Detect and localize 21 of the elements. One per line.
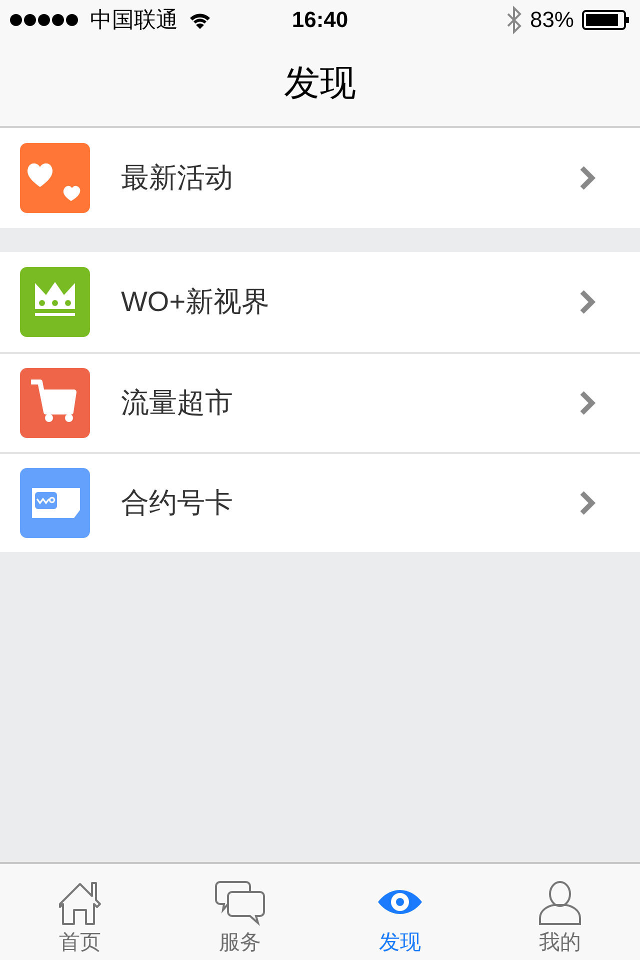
tab[interactable]: 发现 — [320, 864, 480, 960]
carrier-name: 中国联通 — [90, 6, 178, 34]
item-label: WO+新视界 — [121, 285, 271, 319]
tab[interactable]: 首页 — [0, 864, 160, 960]
battery-percent: 83% — [530, 7, 574, 33]
list-item[interactable]: 流量超市 — [0, 352, 640, 452]
list-item[interactable]: WO+新视界 — [0, 252, 640, 352]
item-label: 最新活动 — [121, 161, 234, 195]
page-title: 发现 — [284, 60, 356, 104]
list-item[interactable]: 合约号卡 — [0, 452, 640, 552]
battery-icon — [582, 10, 630, 30]
item-label: 流量超市 — [121, 386, 234, 420]
tab[interactable]: 服务 — [160, 864, 320, 960]
clock-time: 16:40 — [292, 7, 348, 33]
wifi-icon — [188, 11, 212, 29]
chat-icon — [212, 878, 268, 926]
item-label: 合约号卡 — [121, 486, 234, 520]
list-item[interactable]: 最新活动 — [0, 128, 640, 228]
bluetooth-icon — [506, 6, 522, 34]
tab[interactable]: 我的 — [480, 864, 640, 960]
signal-icon — [10, 13, 80, 27]
